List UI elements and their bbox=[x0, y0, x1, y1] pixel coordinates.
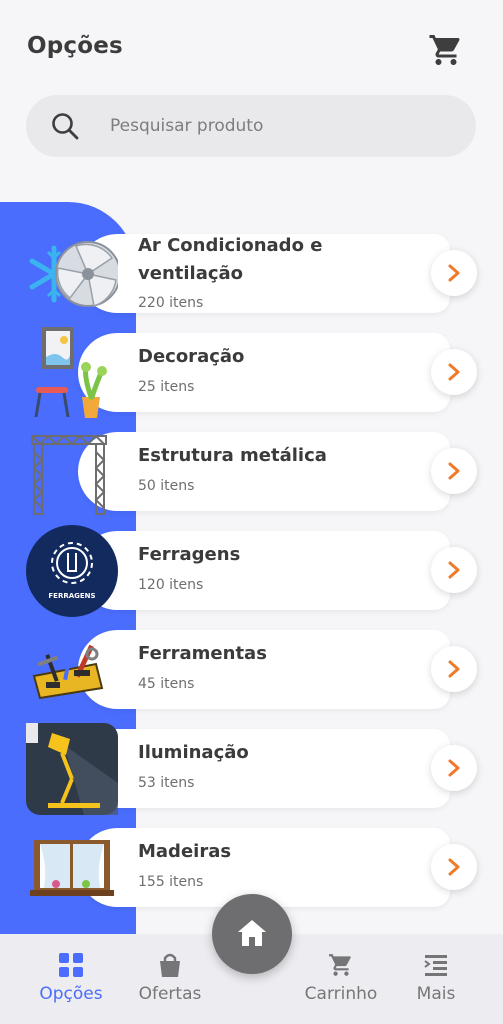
page-title: Opções bbox=[27, 33, 123, 59]
category-count: 120 itens bbox=[138, 577, 204, 593]
nav-label: Carrinho bbox=[304, 984, 378, 1004]
chevron-right-icon bbox=[448, 660, 460, 678]
nav-mais[interactable]: Mais bbox=[406, 934, 466, 1024]
nav-label: Opções bbox=[39, 984, 103, 1004]
category-name: Ferramentas bbox=[138, 643, 267, 664]
category-count: 220 itens bbox=[138, 295, 204, 311]
category-name: Iluminação bbox=[138, 742, 249, 763]
category-count: 25 itens bbox=[138, 379, 195, 395]
category-name: Ferragens bbox=[138, 544, 241, 565]
category-item-estrutura-metalica[interactable]: Estrutura metálica 50 itens bbox=[0, 426, 503, 516]
category-count: 155 itens bbox=[138, 874, 204, 890]
category-item-iluminacao[interactable]: Iluminação 53 itens bbox=[0, 723, 503, 815]
grid-icon bbox=[59, 953, 83, 977]
desk-lamp-icon bbox=[26, 723, 118, 815]
category-name: Ar Condicionado e ventilação bbox=[138, 235, 323, 284]
open-category-button[interactable] bbox=[431, 250, 477, 296]
nav-opcoes[interactable]: Opções bbox=[28, 934, 114, 1024]
home-icon bbox=[238, 920, 266, 946]
nav-label: Ofertas bbox=[138, 984, 202, 1004]
shopping-bag-icon bbox=[160, 953, 180, 977]
ferragens-badge-text: FERRAGENS bbox=[48, 592, 95, 600]
chevron-right-icon bbox=[448, 462, 460, 480]
menu-list-icon bbox=[424, 955, 447, 976]
cart-icon bbox=[329, 954, 351, 976]
air-conditioning-fan-icon bbox=[29, 241, 118, 307]
chevron-right-icon bbox=[448, 264, 460, 282]
ferragens-gear-wrench-icon: FERRAGENS bbox=[26, 525, 118, 617]
category-name: Decoração bbox=[138, 346, 245, 367]
search-input[interactable] bbox=[110, 95, 450, 157]
category-item-ferragens[interactable]: FERRAGENS Ferragens 120 itens bbox=[0, 525, 503, 617]
open-category-button[interactable] bbox=[431, 745, 477, 791]
category-item-decoracao[interactable]: Decoração 25 itens bbox=[0, 327, 503, 418]
open-category-button[interactable] bbox=[431, 448, 477, 494]
decoration-icon bbox=[34, 327, 107, 418]
open-category-button[interactable] bbox=[431, 547, 477, 593]
category-count: 45 itens bbox=[138, 676, 195, 692]
category-item-ferramentas[interactable]: Ferramentas 45 itens bbox=[0, 624, 503, 714]
search-bar[interactable] bbox=[26, 95, 476, 157]
nav-ofertas[interactable]: Ofertas bbox=[128, 934, 212, 1024]
metal-truss-icon bbox=[31, 434, 107, 515]
nav-label: Mais bbox=[416, 984, 456, 1004]
category-count: 50 itens bbox=[138, 478, 195, 494]
search-icon bbox=[52, 113, 79, 140]
header: Opções bbox=[0, 0, 503, 90]
home-button[interactable] bbox=[212, 894, 292, 974]
category-item-ar-condicionado[interactable]: Ar Condicionado e ventilação 220 itens bbox=[0, 228, 503, 318]
chevron-right-icon bbox=[448, 363, 460, 381]
chevron-right-icon bbox=[448, 561, 460, 579]
category-name: Estrutura metálica bbox=[138, 445, 327, 466]
chevron-right-icon bbox=[448, 759, 460, 777]
cart-icon[interactable] bbox=[428, 32, 464, 68]
wooden-window-icon bbox=[30, 840, 114, 896]
chevron-right-icon bbox=[448, 858, 460, 876]
open-category-button[interactable] bbox=[431, 349, 477, 395]
nav-carrinho[interactable]: Carrinho bbox=[292, 934, 390, 1024]
category-count: 53 itens bbox=[138, 775, 195, 791]
open-category-button[interactable] bbox=[431, 646, 477, 692]
tools-icon bbox=[32, 644, 104, 700]
open-category-button[interactable] bbox=[431, 844, 477, 890]
category-name: Madeiras bbox=[138, 841, 232, 862]
